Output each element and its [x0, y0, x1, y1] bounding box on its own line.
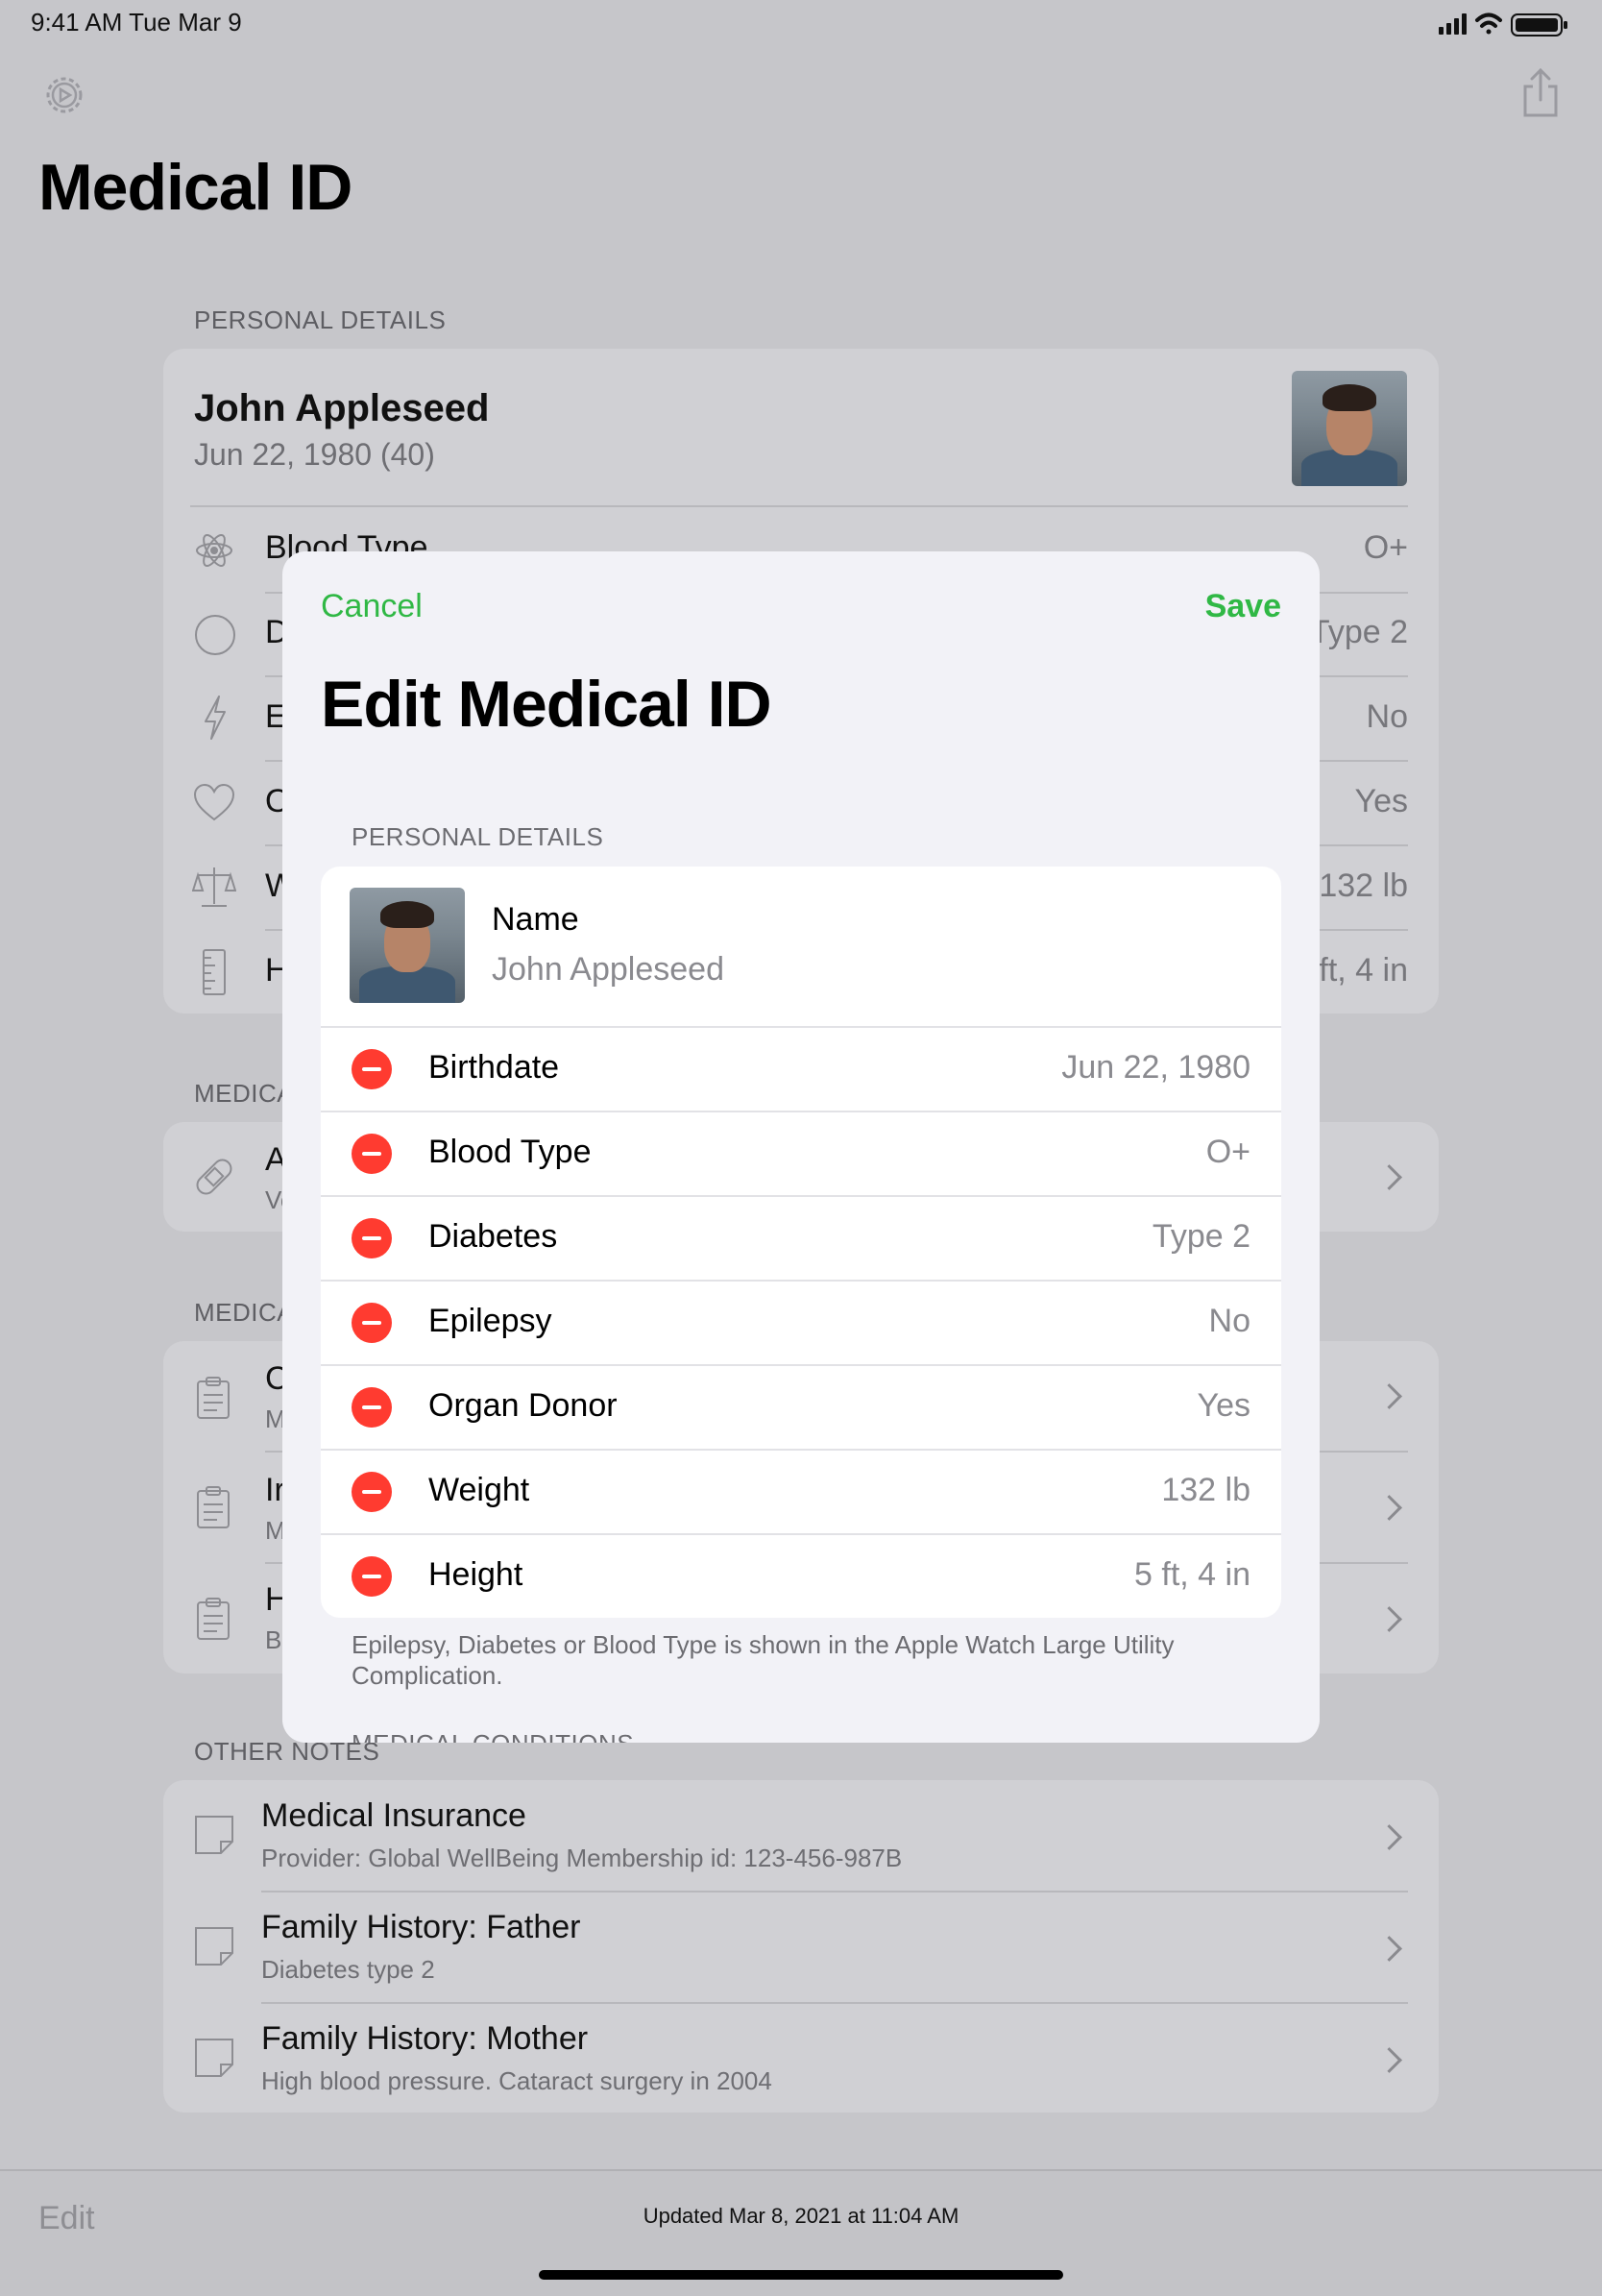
bandage-icon: [192, 1155, 236, 1204]
field-label: Organ Donor: [428, 1387, 618, 1424]
delete-icon[interactable]: [352, 1134, 392, 1174]
field-label: Birthdate: [428, 1049, 560, 1086]
note-sub: High blood pressure. Cataract surgery in…: [261, 2066, 772, 2095]
sheet-section-heading: PERSONAL DETAILS: [352, 822, 604, 851]
profile-photo: [1292, 371, 1407, 486]
bg-row-value: ft, 4 in: [1319, 952, 1408, 989]
note-icon: [194, 1815, 234, 1860]
name-field[interactable]: John Appleseed: [492, 951, 724, 989]
clipboard-icon: [196, 1597, 231, 1646]
cancel-button[interactable]: Cancel: [321, 588, 423, 625]
save-button[interactable]: Save: [1205, 588, 1281, 625]
delete-icon[interactable]: [352, 1218, 392, 1258]
form-row-blood-type[interactable]: Blood Type O+: [321, 1111, 1281, 1195]
chevron-right-icon: [1376, 1824, 1402, 1850]
delete-icon[interactable]: [352, 1303, 392, 1343]
delete-icon[interactable]: [352, 1387, 392, 1428]
condition-sub: B: [265, 1625, 282, 1654]
field-label: Epilepsy: [428, 1303, 552, 1339]
edit-medical-id-sheet: Cancel Save Edit Medical ID PERSONAL DET…: [282, 551, 1320, 1743]
chevron-right-icon[interactable]: [1376, 1383, 1402, 1409]
delete-icon[interactable]: [352, 1049, 392, 1089]
field-value[interactable]: Yes: [1198, 1387, 1250, 1425]
next-section-heading: MEDICAL CONDITIONS: [352, 1729, 634, 1743]
bg-row-value: Type 2: [1309, 614, 1408, 650]
name-row[interactable]: Name John Appleseed: [321, 867, 1281, 1026]
form-row-height[interactable]: Height 5 ft, 4 in: [321, 1533, 1281, 1618]
bg-row-value: O+: [1363, 529, 1408, 566]
field-label: Blood Type: [428, 1134, 592, 1170]
note-title: Family History: Mother: [261, 2020, 589, 2057]
note-sub: Diabetes type 2: [261, 1955, 435, 1984]
ruler-icon: [200, 948, 229, 1001]
conditions-heading: MEDICA: [194, 1298, 295, 1327]
battery-icon: [1511, 13, 1567, 37]
note-title: Family History: Father: [261, 1909, 581, 1945]
note-sub: Provider: Global WellBeing Membership id…: [261, 1844, 903, 1872]
delete-icon[interactable]: [352, 1472, 392, 1512]
form-row-weight[interactable]: Weight 132 lb: [321, 1449, 1281, 1533]
chevron-right-icon[interactable]: [1376, 1606, 1402, 1632]
bg-row-value: No: [1366, 698, 1408, 735]
field-label: Height: [428, 1556, 523, 1593]
edit-photo[interactable]: [350, 888, 465, 1003]
chevron-right-icon: [1376, 1936, 1402, 1962]
scale-icon: [191, 864, 237, 915]
profile-birth: Jun 22, 1980 (40): [194, 437, 435, 472]
field-value[interactable]: 132 lb: [1161, 1472, 1250, 1509]
personal-details-heading: PERSONAL DETAILS: [194, 305, 447, 334]
field-value[interactable]: O+: [1206, 1134, 1250, 1171]
chevron-right-icon: [1376, 1164, 1402, 1190]
note-icon: [194, 2038, 234, 2083]
bg-row-value: Yes: [1354, 783, 1408, 819]
chevron-right-icon[interactable]: [1376, 1495, 1402, 1521]
status-indicators: [1439, 10, 1573, 38]
name-label: Name: [492, 901, 579, 938]
circle-icon: [194, 614, 236, 661]
note-item-family-father[interactable]: Family History: Father Diabetes type 2: [163, 1892, 1439, 2003]
field-value[interactable]: 5 ft, 4 in: [1134, 1556, 1250, 1594]
chevron-right-icon: [1376, 2047, 1402, 2073]
gear-icon[interactable]: [40, 71, 88, 119]
medications-heading: MEDICA: [194, 1079, 295, 1108]
updated-timestamp: Updated Mar 8, 2021 at 11:04 AM: [643, 2204, 959, 2228]
form-row-organ-donor[interactable]: Organ Donor Yes: [321, 1364, 1281, 1449]
clipboard-icon: [196, 1376, 231, 1425]
status-bar: 9:41 AM Tue Mar 9: [0, 0, 1602, 46]
field-label: Diabetes: [428, 1218, 558, 1255]
cellular-signal-icon: [1439, 13, 1467, 35]
field-value[interactable]: Jun 22, 1980: [1061, 1049, 1250, 1087]
lightning-icon: [202, 695, 229, 745]
wifi-icon: [1475, 12, 1502, 35]
note-title: Medical Insurance: [261, 1797, 526, 1834]
field-value[interactable]: No: [1209, 1303, 1250, 1340]
personal-details-form: Name John Appleseed Birthdate Jun 22, 19…: [321, 867, 1281, 1618]
note-icon: [194, 1926, 234, 1971]
other-notes-card: Medical Insurance Provider: Global WellB…: [163, 1780, 1439, 2113]
note-item-medical-insurance[interactable]: Medical Insurance Provider: Global WellB…: [163, 1780, 1439, 1892]
note-item-family-mother[interactable]: Family History: Mother High blood pressu…: [163, 2003, 1439, 2113]
bg-row-value: 132 lb: [1319, 867, 1408, 904]
heart-icon: [192, 783, 236, 828]
field-value[interactable]: Type 2: [1153, 1218, 1250, 1256]
watch-complication-footnote: Epilepsy, Diabetes or Blood Type is show…: [352, 1630, 1175, 1690]
delete-icon[interactable]: [352, 1556, 392, 1597]
form-row-epilepsy[interactable]: Epilepsy No: [321, 1280, 1281, 1364]
sheet-title: Edit Medical ID: [321, 668, 772, 741]
share-icon[interactable]: [1519, 67, 1562, 119]
form-row-diabetes[interactable]: Diabetes Type 2: [321, 1195, 1281, 1280]
atom-icon: [194, 530, 234, 575]
home-indicator[interactable]: [539, 2270, 1063, 2280]
form-row-birthdate[interactable]: Birthdate Jun 22, 1980: [321, 1026, 1281, 1111]
field-label: Weight: [428, 1472, 530, 1508]
clipboard-icon: [196, 1485, 231, 1534]
status-time-date: 9:41 AM Tue Mar 9: [31, 8, 242, 37]
page-title: Medical ID: [38, 151, 352, 224]
profile-name: John Appleseed: [194, 387, 490, 429]
